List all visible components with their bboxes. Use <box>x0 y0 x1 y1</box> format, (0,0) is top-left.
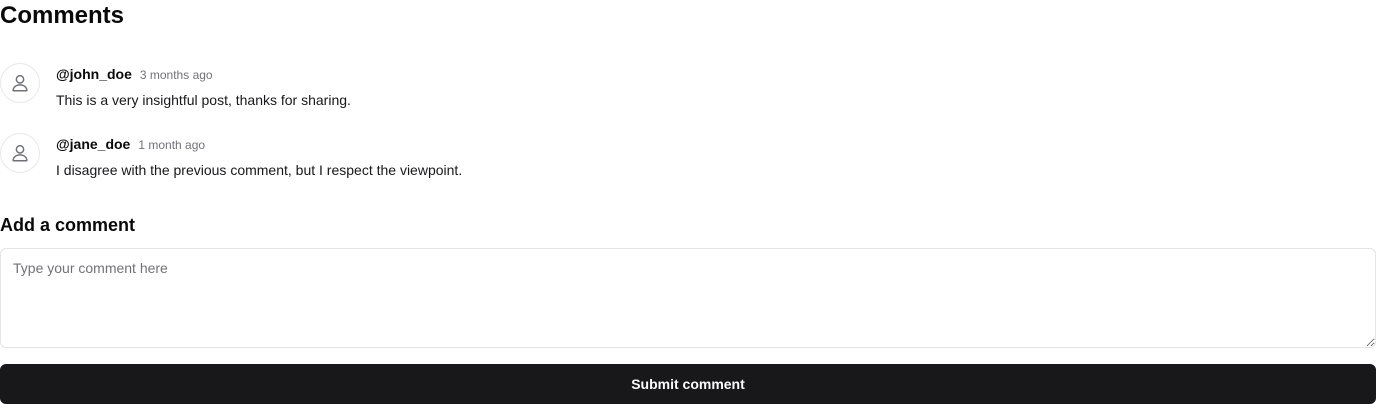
user-icon <box>12 74 28 92</box>
comment-meta: @jane_doe 1 month ago <box>56 135 205 154</box>
comment-input[interactable] <box>0 248 1376 348</box>
comment-item: @jane_doe 1 month ago I disagree with th… <box>0 133 1376 193</box>
comment-timestamp: 1 month ago <box>138 138 206 152</box>
comment-item: @john_doe 3 months ago This is a very in… <box>0 63 1376 123</box>
avatar <box>0 63 40 103</box>
user-icon <box>12 144 28 162</box>
comments-title: Comments <box>0 2 125 29</box>
comment-meta: @john_doe 3 months ago <box>56 65 213 84</box>
comment-username: @john_doe <box>56 66 132 82</box>
add-comment-title: Add a comment <box>0 215 136 235</box>
avatar <box>0 133 40 173</box>
submit-comment-button[interactable]: Submit comment <box>0 364 1376 404</box>
comments-page: Comments @john_doe 3 months ago This is … <box>0 0 1376 404</box>
comment-username: @jane_doe <box>56 136 131 152</box>
comment-timestamp: 3 months ago <box>139 68 213 82</box>
comment-text: I disagree with the previous comment, bu… <box>56 162 463 178</box>
comment-text: This is a very insightful post, thanks f… <box>56 92 351 108</box>
